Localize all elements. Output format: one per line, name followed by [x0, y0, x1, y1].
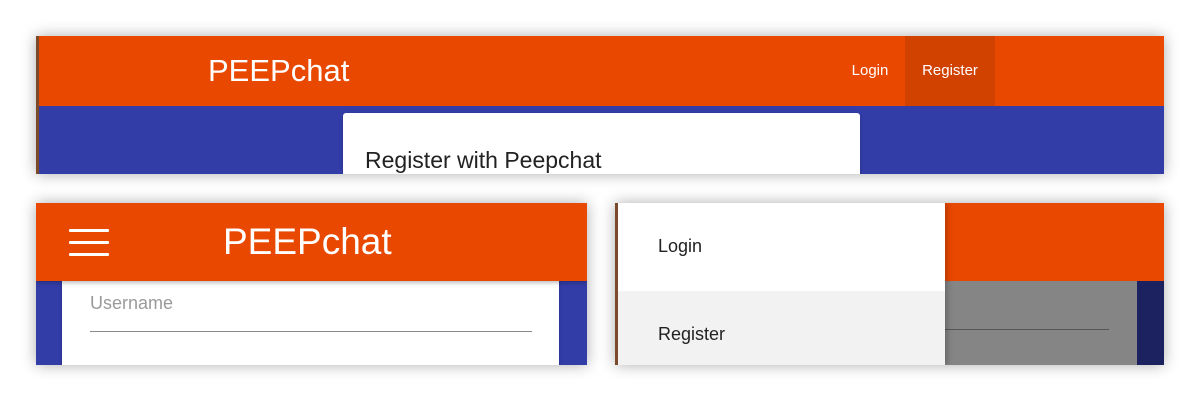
drawer-item-register[interactable]: Register	[615, 291, 945, 365]
nav-login-link[interactable]: Login	[835, 36, 905, 106]
window-edge	[615, 203, 618, 365]
app-bar: PEEPchat	[36, 203, 587, 281]
navigation-drawer: Login Register	[615, 203, 945, 365]
username-input[interactable]	[90, 317, 532, 332]
hamburger-menu-icon[interactable]	[69, 229, 109, 257]
register-form-card: Username	[62, 271, 559, 365]
nav-register-link[interactable]: Register	[905, 36, 995, 106]
register-card: Register with Peepchat	[343, 113, 860, 174]
brand-logo[interactable]: PEEPchat	[223, 203, 392, 281]
drawer-item-login[interactable]: Login	[615, 203, 945, 290]
app-bar: PEEPchat Login Register	[36, 36, 1164, 106]
mobile-view-panel: PEEPchat Username	[36, 203, 587, 365]
window-edge	[36, 36, 39, 174]
username-label: Username	[90, 293, 174, 313]
card-title: Register with Peepchat	[365, 147, 602, 173]
brand-logo[interactable]: PEEPchat	[208, 36, 349, 106]
dimmed-input-underline	[945, 329, 1109, 330]
screenshot-canvas: PEEPchat Login Register Register with Pe…	[0, 0, 1200, 400]
desktop-view-panel: PEEPchat Login Register Register with Pe…	[36, 36, 1164, 174]
mobile-drawer-panel: at Login Register	[615, 203, 1164, 365]
